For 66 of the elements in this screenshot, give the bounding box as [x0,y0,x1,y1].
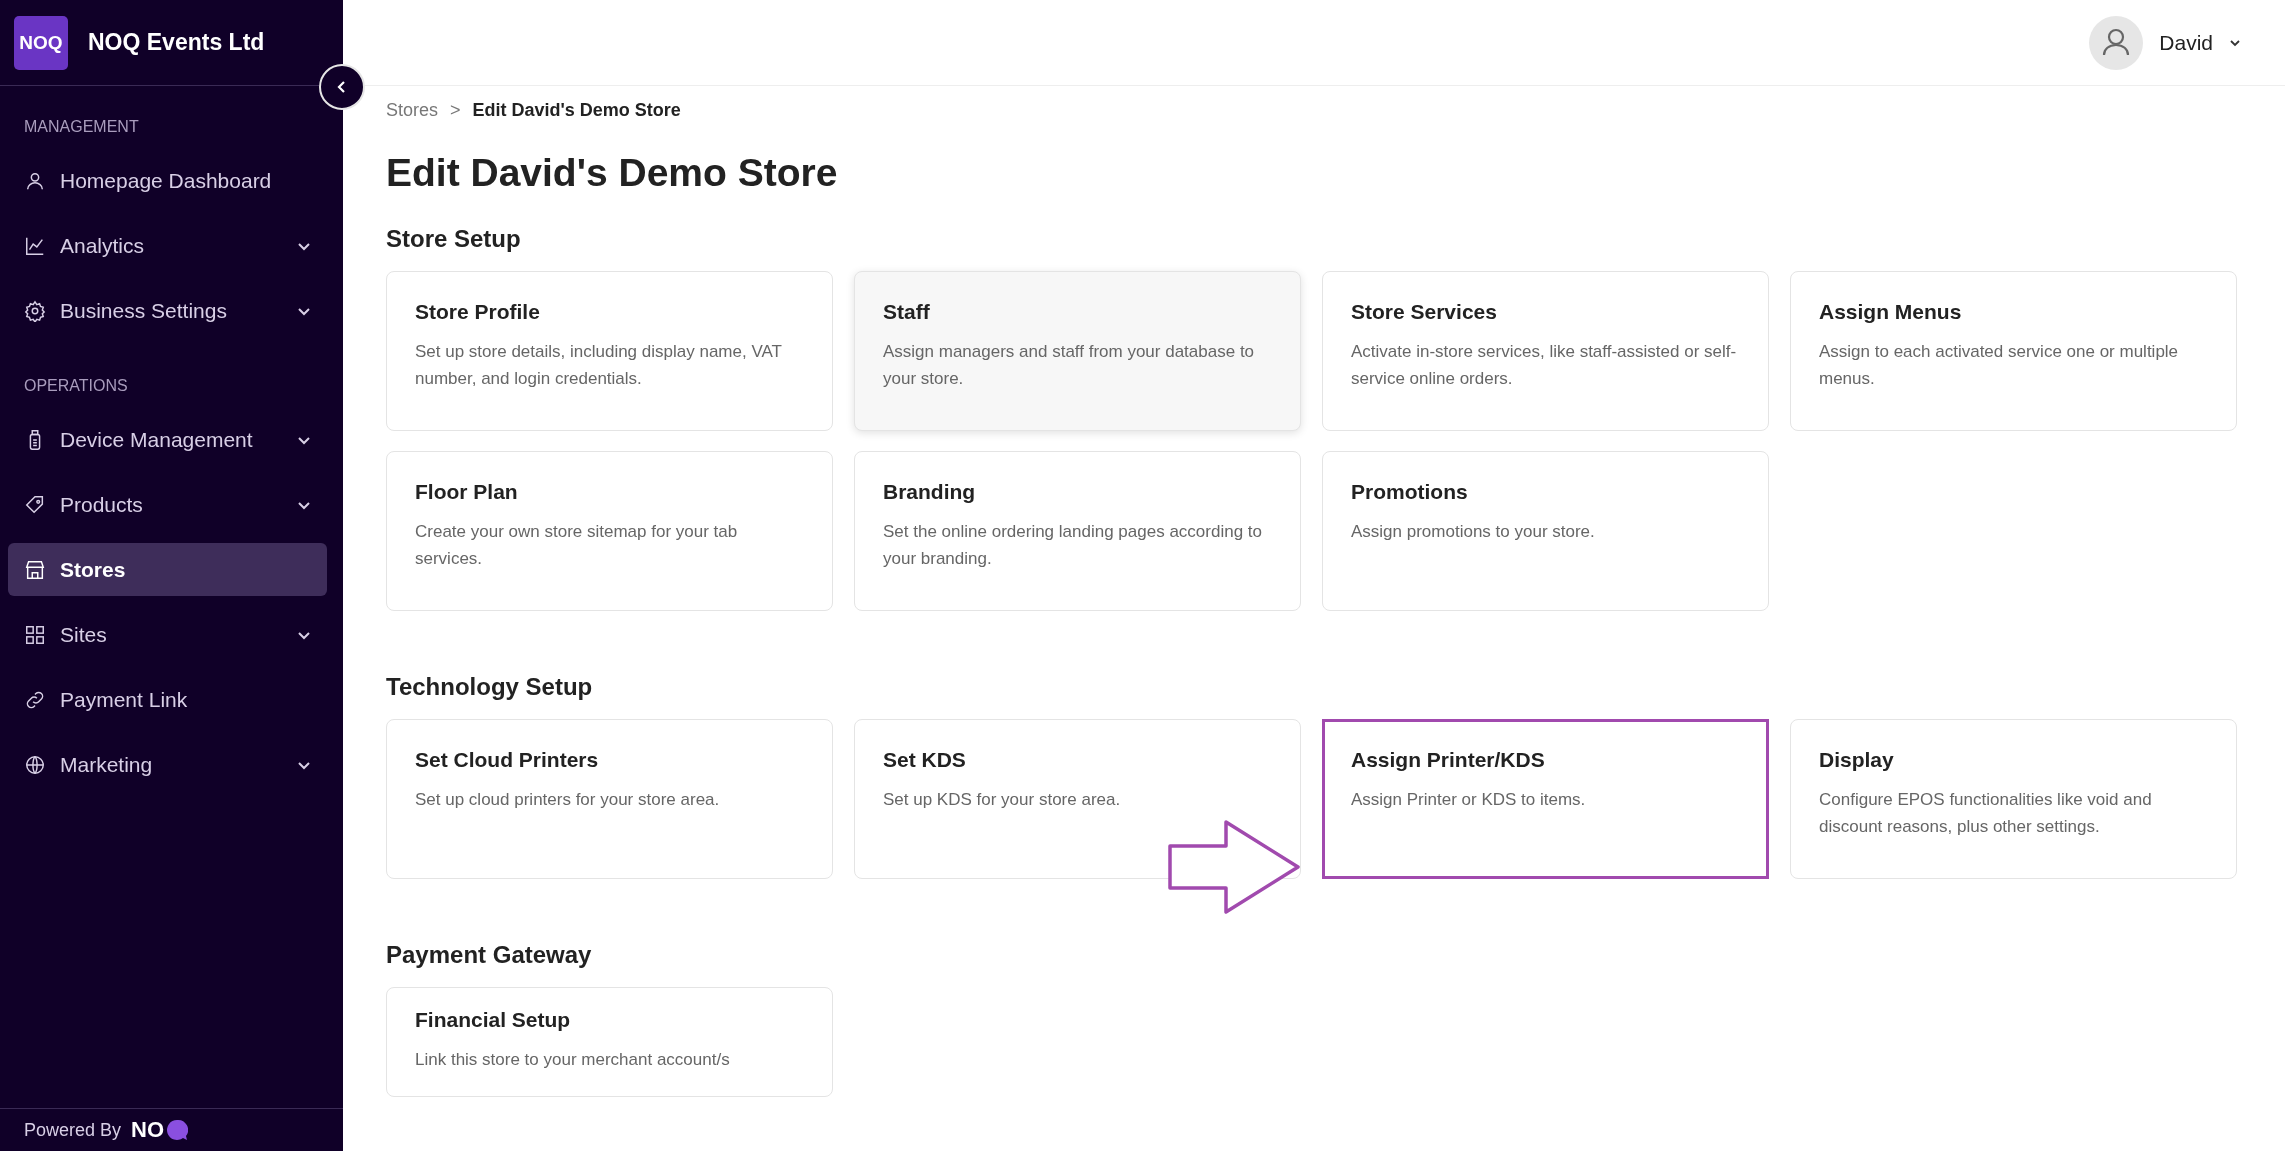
setting-card[interactable]: Promotions Assign promotions to your store. [1322,451,1769,611]
nav-item[interactable]: Analytics [8,219,327,272]
tag-icon [24,493,46,516]
nav-item[interactable]: Business Settings [8,284,327,337]
organization-name: NOQ Events Ltd [88,29,265,56]
gear-icon [24,299,46,322]
card-description: Set up store details, including display name, VAT number, and login credentials. [415,341,783,390]
card-description: Set up cloud printers for your store area. [415,789,721,811]
nav-item[interactable]: Device Management [8,413,327,466]
card-title: Floor Plan [415,480,519,504]
card-title: Store Profile [415,300,541,324]
nav-item[interactable]: Products [8,478,327,531]
card-description: Assign managers and staff from your database to your store. [883,341,1256,390]
section-heading: Store Setup [386,225,522,253]
nav-item[interactable]: Stores [8,543,327,596]
nav-section-label: MANAGEMENT [23,117,140,137]
breadcrumb-item[interactable]: Edit David's Demo Store [472,100,681,121]
chat-bubble-icon [166,1119,189,1141]
card-title: Store Services [1351,300,1498,324]
breadcrumb-item[interactable]: Stores [386,100,439,121]
nav-item[interactable]: Marketing [8,738,327,791]
section-heading: Technology Setup [386,673,594,701]
setting-card[interactable]: Branding Set the online ordering landing pages according to your branding. [854,451,1301,611]
setting-card[interactable]: Assign Menus Assign to each activated service one or multiple menus. [1790,271,2237,431]
setting-card[interactable]: Store Profile Set up store details, including display name, VAT number, and login credentials. [386,271,833,431]
powered-by-label: Powered By [24,1119,122,1141]
card-title: Assign Menus [1819,300,1963,324]
card-title: Branding [883,480,977,504]
card-description: Assign promotions to your store. [1351,521,1596,543]
section-heading: Payment Gateway [386,941,593,969]
breadcrumb-separator: > [450,100,461,121]
card-title: Financial Setup [415,1008,572,1032]
avatar-icon [2089,15,2144,70]
card-title: Display [1819,748,1895,772]
card-description: Create your own store sitemap for your tab services. [415,521,739,570]
nav-item[interactable]: Sites [8,608,327,661]
card-description: Assign Printer or KDS to items. [1351,789,1587,811]
card-description: Set the online ordering landing pages according to your branding. [883,521,1263,570]
card-description: Assign to each activated service one or multiple menus. [1819,341,2180,390]
card-title: Set KDS [883,748,967,772]
setting-card[interactable]: Store Services Activate in-store services, like staff-assisted or self-service online orders. [1322,271,1769,431]
setting-card[interactable]: Assign Printer/KDS Assign Printer or KDS to items. [1322,719,1769,879]
setting-card[interactable]: Staff Assign managers and staff from your database to your store. [854,271,1301,431]
setting-card[interactable]: Financial Setup Link this store to your merchant account/s [386,987,833,1097]
grid-icon [24,623,46,646]
brand-logo-text: NO [131,1117,165,1143]
nav-section-label: OPERATIONS [23,376,129,396]
card-description: Configure EPOS functionalities like void and discount reasons, plus other settings. [1819,789,2153,838]
setting-card[interactable]: Display Configure EPOS functionalities like void and discount reasons, plus other settings. [1790,719,2237,879]
nav-item[interactable]: Payment Link [8,673,327,726]
card-title: Staff [883,300,931,324]
setting-card[interactable]: Set Cloud Printers Set up cloud printers for your store area. [386,719,833,879]
storefront-icon [24,558,46,581]
nav-item[interactable]: Homepage Dashboard [8,154,327,207]
card-title: Assign Printer/KDS [1351,748,1546,772]
user-menu[interactable]: David [2089,15,2241,70]
card-title: Set Cloud Printers [415,748,600,772]
setting-card[interactable]: Set KDS Set up KDS for your store area. [854,719,1301,879]
page-title: Edit David's Demo Store [386,151,839,195]
card-description: Set up KDS for your store area. [883,789,1122,811]
globe-icon [24,753,46,776]
setting-card[interactable]: Floor Plan Create your own store sitemap for your tab services. [386,451,833,611]
card-description: Activate in-store services, like staff-assisted or self-service online orders. [1351,341,1738,390]
card-description: Link this store to your merchant account/s [415,1049,731,1071]
card-title: Promotions [1351,480,1469,504]
company-logo: NOQ [14,15,68,70]
